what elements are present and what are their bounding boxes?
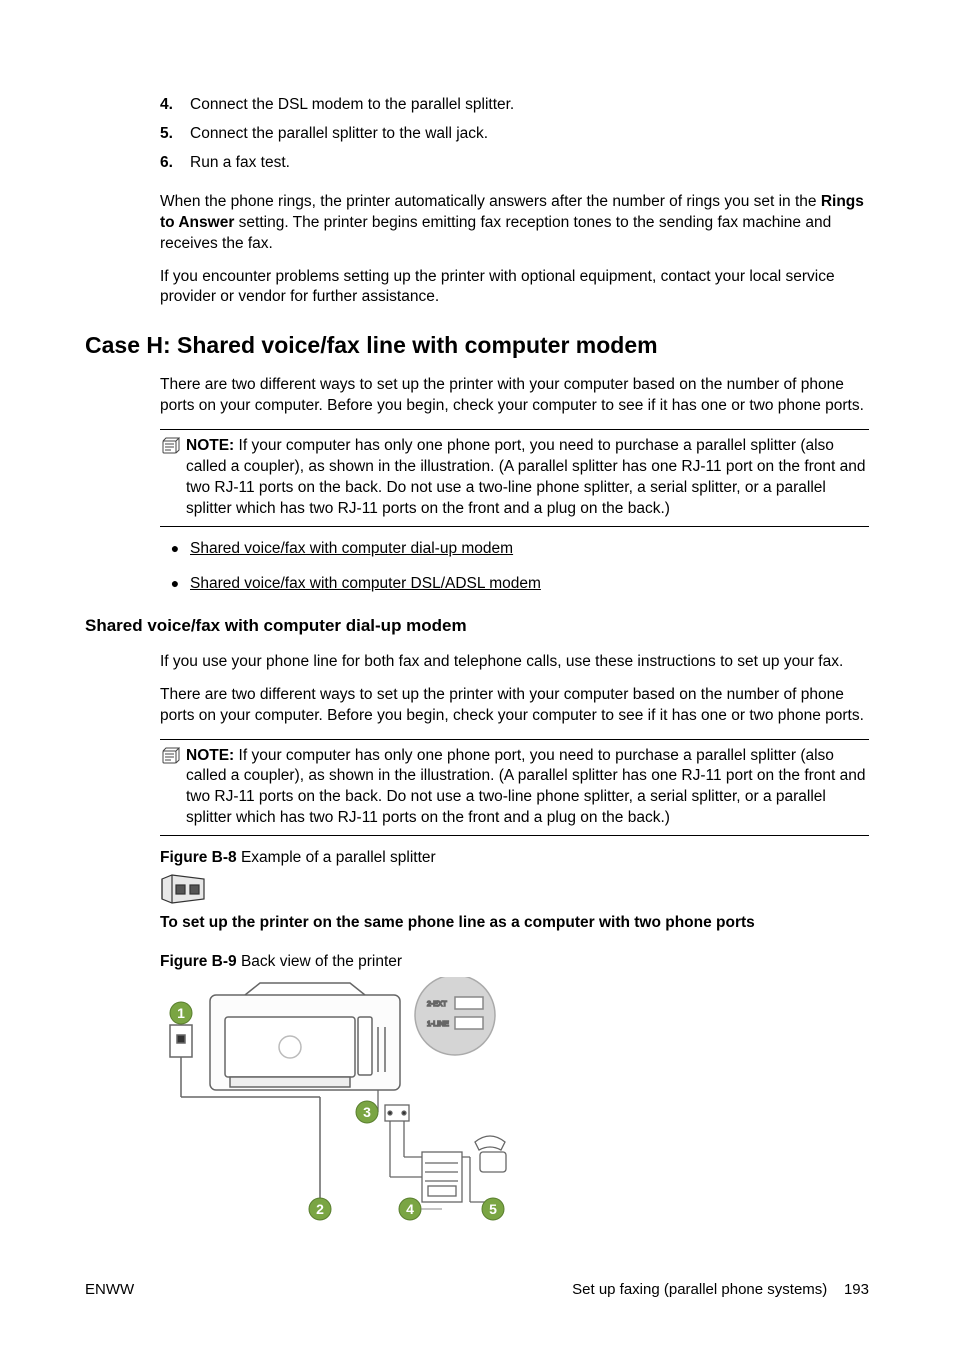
figure-b9-image: 2-EXT 1-LINE 1 bbox=[160, 977, 530, 1222]
step-text: Connect the DSL modem to the parallel sp… bbox=[190, 95, 514, 116]
svg-text:1-LINE: 1-LINE bbox=[427, 1021, 449, 1028]
ordered-steps: 4. Connect the DSL modem to the parallel… bbox=[160, 95, 869, 308]
note-block: NOTE: If your computer has only one phon… bbox=[160, 429, 869, 527]
step-number: 5. bbox=[160, 124, 190, 145]
paragraph-contact: If you encounter problems setting up the… bbox=[160, 267, 869, 309]
heading-case-h: Case H: Shared voice/fax line with compu… bbox=[85, 330, 869, 361]
step-5: 5. Connect the parallel splitter to the … bbox=[160, 124, 869, 145]
svg-text:5: 5 bbox=[489, 1201, 497, 1217]
note-icon bbox=[160, 436, 186, 520]
paragraph-use-phone-line: If you use your phone line for both fax … bbox=[160, 652, 869, 673]
setup-heading: To set up the printer on the same phone … bbox=[160, 913, 869, 934]
note-icon bbox=[160, 746, 186, 830]
figure-b9-caption: Figure B-9 Back view of the printer bbox=[160, 952, 869, 973]
step-number: 6. bbox=[160, 153, 190, 174]
bullet-icon: ● bbox=[160, 574, 190, 595]
note-block: NOTE: If your computer has only one phon… bbox=[160, 739, 869, 837]
page-number: 193 bbox=[844, 1281, 869, 1298]
list-item: ● Shared voice/fax with computer DSL/ADS… bbox=[160, 574, 869, 595]
step-text: Connect the parallel splitter to the wal… bbox=[190, 124, 488, 145]
heading-dialup: Shared voice/fax with computer dial-up m… bbox=[85, 615, 869, 638]
step-4: 4. Connect the DSL modem to the parallel… bbox=[160, 95, 869, 116]
step-text: Run a fax test. bbox=[190, 153, 290, 174]
step-number: 4. bbox=[160, 95, 190, 116]
page-footer: ENWW Set up faxing (parallel phone syste… bbox=[85, 1280, 869, 1300]
figure-b8-image bbox=[160, 873, 210, 909]
svg-text:3: 3 bbox=[363, 1104, 371, 1120]
paragraph-two-ways: There are two different ways to set up t… bbox=[160, 375, 869, 417]
svg-text:2-EXT: 2-EXT bbox=[427, 1001, 448, 1008]
bullet-icon: ● bbox=[160, 539, 190, 560]
bullet-list: ● Shared voice/fax with computer dial-up… bbox=[160, 539, 869, 595]
note-label: NOTE: bbox=[186, 437, 234, 454]
svg-text:2: 2 bbox=[316, 1201, 324, 1217]
step-6: 6. Run a fax test. bbox=[160, 153, 869, 174]
paragraph-two-ways-2: There are two different ways to set up t… bbox=[160, 685, 869, 727]
figure-b8-caption: Figure B-8 Example of a parallel splitte… bbox=[160, 848, 869, 869]
svg-text:4: 4 bbox=[406, 1201, 414, 1217]
page: 4. Connect the DSL modem to the parallel… bbox=[0, 0, 954, 1350]
svg-text:1: 1 bbox=[177, 1005, 185, 1021]
footer-left: ENWW bbox=[85, 1280, 134, 1300]
link-dsl-adsl-modem[interactable]: Shared voice/fax with computer DSL/ADSL … bbox=[190, 574, 541, 595]
list-item: ● Shared voice/fax with computer dial-up… bbox=[160, 539, 869, 560]
note-text: If your computer has only one phone port… bbox=[186, 747, 866, 827]
note-label: NOTE: bbox=[186, 747, 234, 764]
note-text: If your computer has only one phone port… bbox=[186, 437, 866, 517]
paragraph-rings: When the phone rings, the printer automa… bbox=[160, 192, 869, 255]
footer-right: Set up faxing (parallel phone systems) 1… bbox=[572, 1280, 869, 1300]
link-dialup-modem[interactable]: Shared voice/fax with computer dial-up m… bbox=[190, 539, 513, 560]
